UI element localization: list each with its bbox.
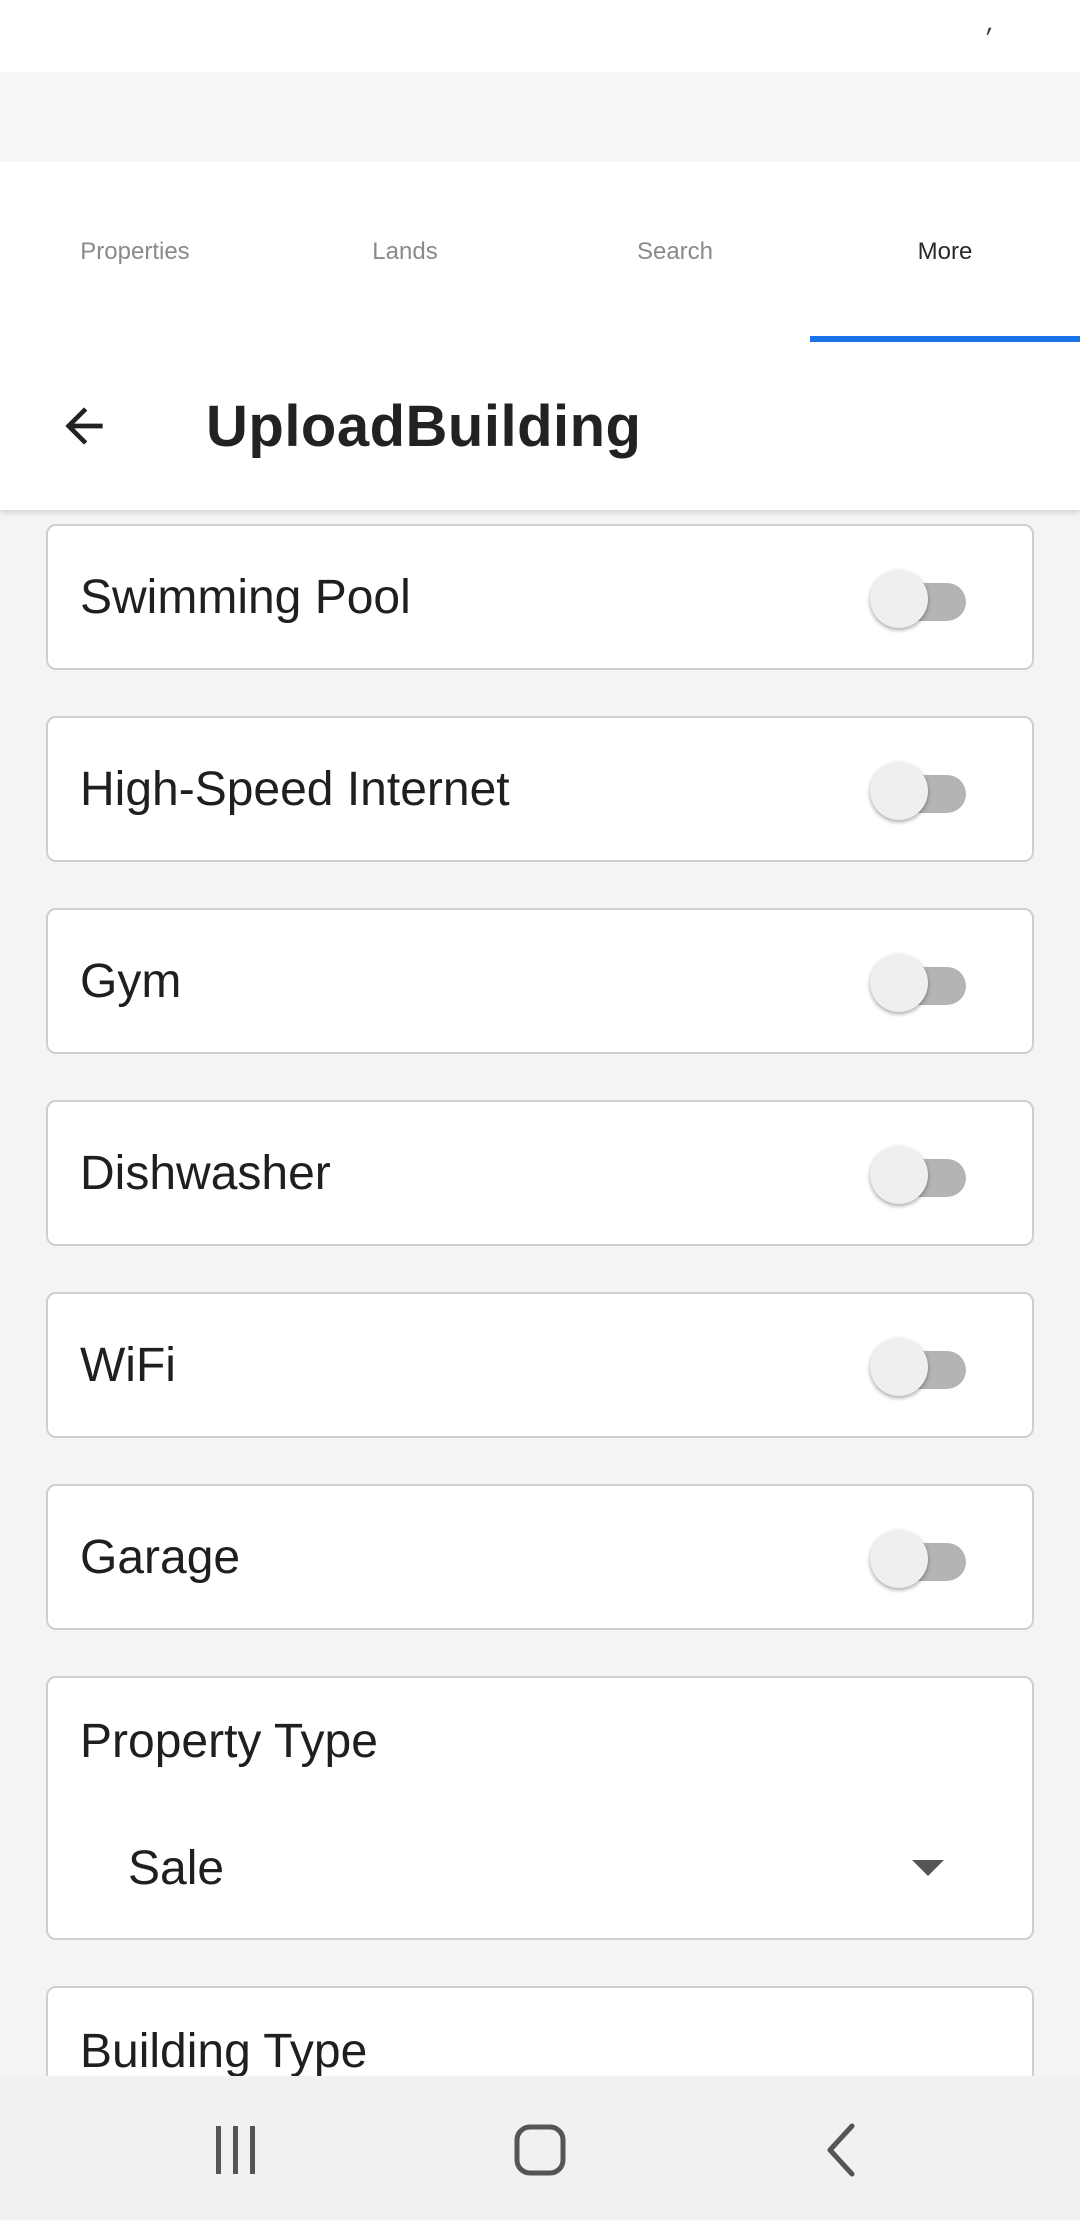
swimming-pool-toggle[interactable]	[870, 567, 966, 628]
amenity-swimming-pool: Swimming Pool	[46, 524, 1034, 670]
tab-label: Properties	[80, 238, 190, 265]
toggle-thumb	[870, 954, 928, 1012]
tab-label: More	[917, 238, 973, 265]
property-type-value: Sale	[128, 1841, 225, 1895]
recents-button[interactable]	[200, 2118, 272, 2182]
top-strip	[0, 72, 1080, 162]
building-type-card: Building Type	[46, 1986, 1034, 2076]
nav-back-button[interactable]	[806, 2118, 878, 2182]
amenity-label: Gym	[80, 954, 182, 1008]
high-speed-internet-toggle[interactable]	[870, 759, 966, 820]
amenity-gym: Gym	[46, 908, 1034, 1054]
page-title: UploadBuilding	[206, 393, 642, 459]
app-bar: UploadBuilding	[0, 342, 1080, 510]
toggle-thumb	[870, 1146, 928, 1204]
property-type-label: Property Type	[80, 1715, 378, 1768]
building-type-label: Building Type	[80, 2025, 368, 2076]
property-type-card: Property Type Sale	[46, 1676, 1034, 1940]
wifi-toggle[interactable]	[870, 1335, 966, 1396]
form-content: Swimming Pool High-Speed Internet Gym Di…	[0, 510, 1080, 2076]
back-button[interactable]	[48, 390, 120, 462]
tab-bar: Properties Lands Search More	[0, 162, 1080, 342]
garage-toggle[interactable]	[870, 1527, 966, 1588]
amenity-label: Dishwasher	[80, 1146, 331, 1200]
home-icon	[514, 2124, 566, 2176]
dropdown-caret-icon	[912, 1860, 944, 1876]
toggle-thumb	[870, 762, 928, 820]
property-type-select[interactable]: Sale	[80, 1828, 1000, 1908]
tab-label: Lands	[372, 238, 438, 265]
back-chevron-icon	[827, 2123, 855, 2177]
screen: ′ Properties Lands Search More UploadBui…	[0, 0, 1080, 2220]
gym-toggle[interactable]	[870, 951, 966, 1012]
status-bar: ′	[0, 0, 1080, 72]
amenity-garage: Garage	[46, 1484, 1034, 1630]
recents-icon	[216, 2126, 255, 2174]
amenity-wifi: WiFi	[46, 1292, 1034, 1438]
tab-properties[interactable]: Properties	[0, 162, 270, 342]
toggle-thumb	[870, 570, 928, 628]
amenity-label: Garage	[80, 1530, 241, 1584]
status-mark: ′	[982, 22, 993, 53]
system-nav-bar	[0, 2076, 1080, 2220]
amenity-high-speed-internet: High-Speed Internet	[46, 716, 1034, 862]
amenity-label: High-Speed Internet	[80, 762, 510, 816]
tab-search[interactable]: Search	[540, 162, 810, 342]
toggle-thumb	[870, 1530, 928, 1588]
amenity-label: WiFi	[80, 1338, 176, 1392]
toggle-thumb	[870, 1338, 928, 1396]
tab-more[interactable]: More	[810, 162, 1080, 342]
tab-label: Search	[636, 238, 714, 265]
dishwasher-toggle[interactable]	[870, 1143, 966, 1204]
amenity-label: Swimming Pool	[80, 570, 411, 624]
tab-lands[interactable]: Lands	[270, 162, 540, 342]
amenity-dishwasher: Dishwasher	[46, 1100, 1034, 1246]
home-button[interactable]	[504, 2118, 576, 2182]
arrow-left-icon	[65, 407, 103, 445]
